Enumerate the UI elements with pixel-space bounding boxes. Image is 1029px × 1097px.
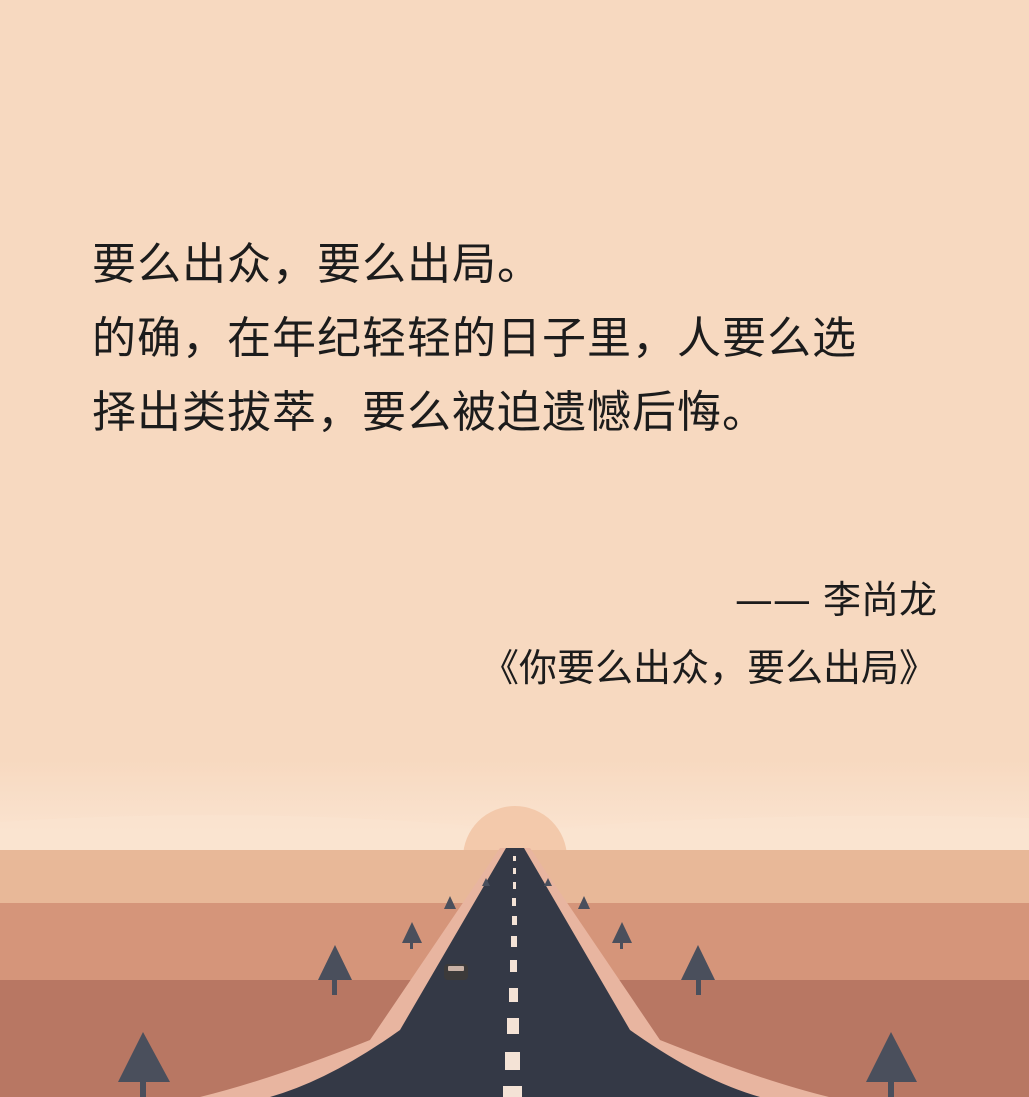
quote-line-3: 择出类拔萃，要么被迫遗憾后悔。 [92,387,767,438]
quote-text: 要么出众，要么出局。 的确，在年纪轻轻的日子里，人要么选 择出类拔萃，要么被迫遗… [92,228,952,450]
quote-line-2: 的确，在年纪轻轻的日子里，人要么选 [92,313,857,364]
book-title: 《你要么出众，要么出局》 [480,646,937,690]
author-name: —— 李尚龙 [734,578,937,622]
quote-line-1: 要么出众，要么出局。 [92,239,542,290]
car-icon [444,964,468,980]
road-landscape-illustration [0,760,1029,1097]
attribution: —— 李尚龙 《你要么出众，要么出局》 [481,566,937,702]
